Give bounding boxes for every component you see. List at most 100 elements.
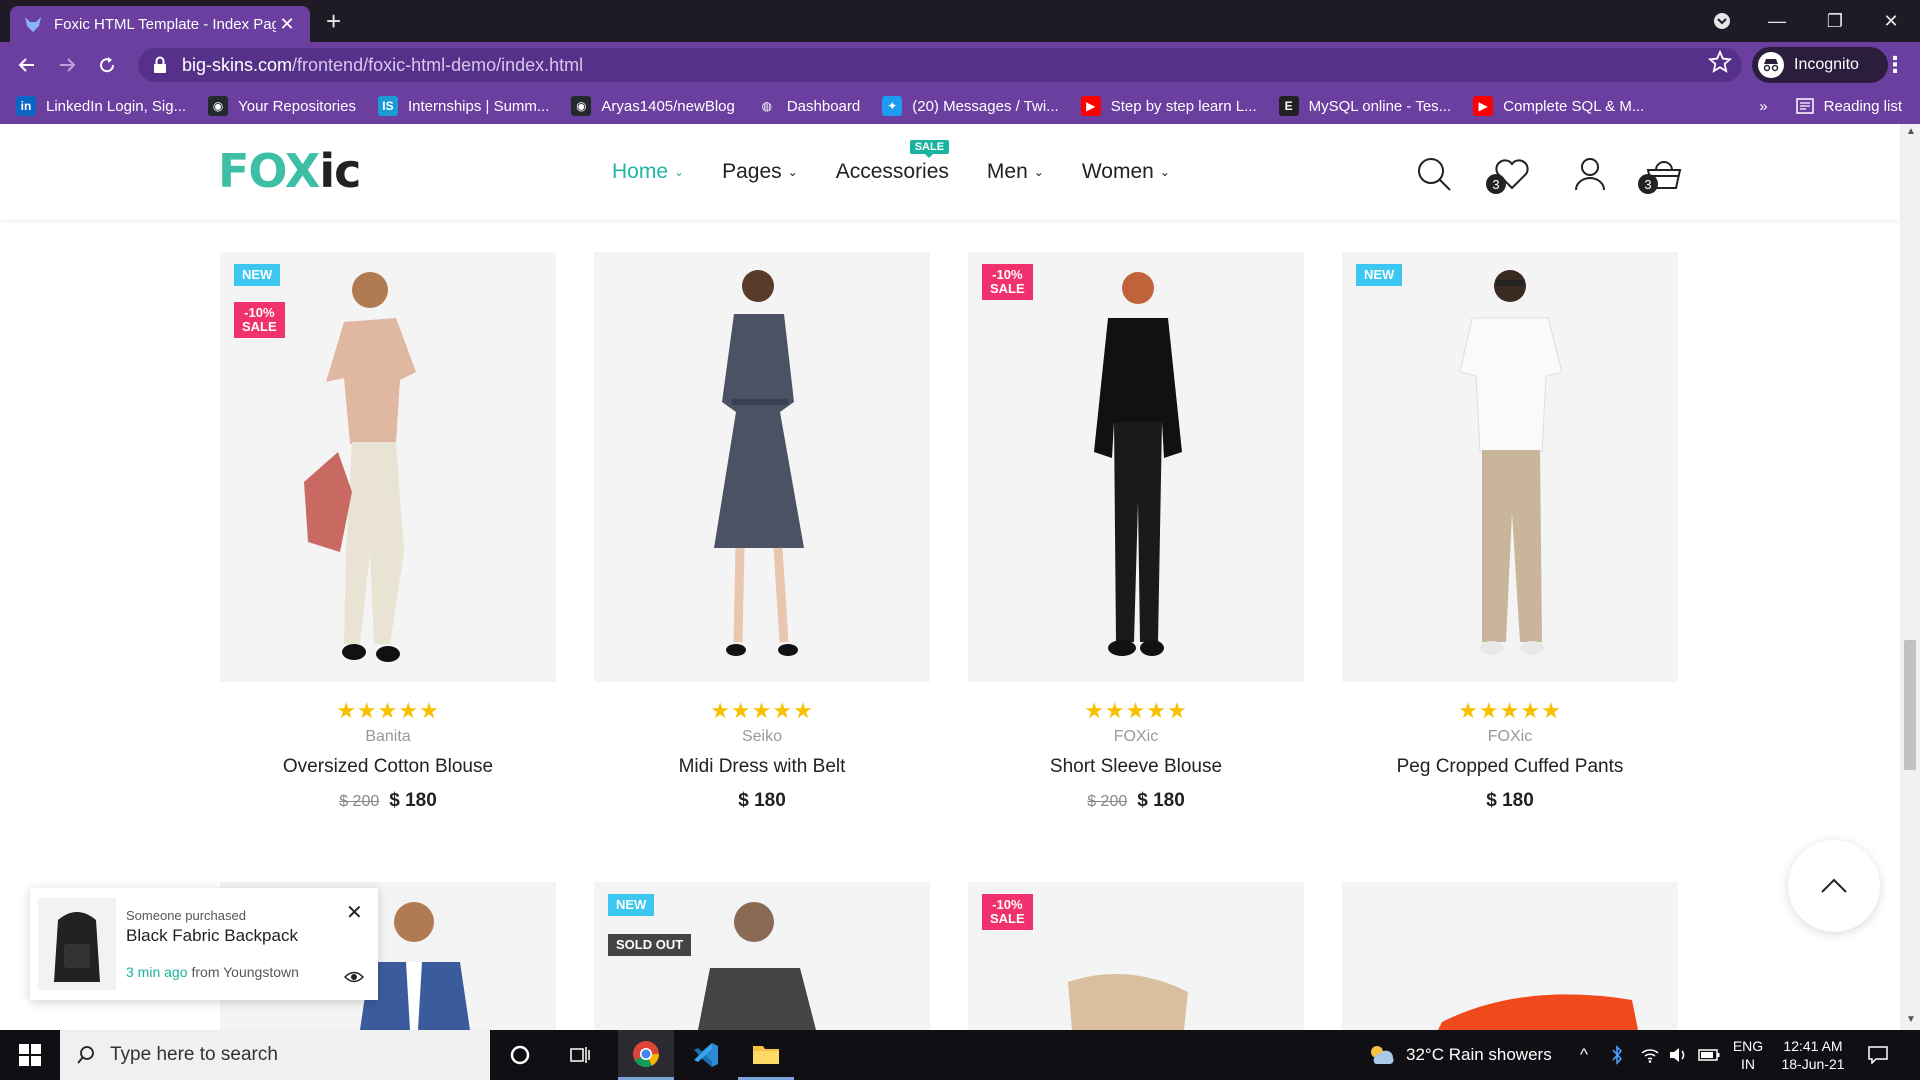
product-name[interactable]: Peg Cropped Cuffed Pants bbox=[1342, 756, 1678, 778]
close-window-icon[interactable]: ✕ bbox=[1866, 0, 1916, 42]
site-logo[interactable]: FOXic bbox=[218, 144, 361, 198]
product-name[interactable]: Oversized Cotton Blouse bbox=[220, 756, 556, 778]
old-price: $ 200 bbox=[1087, 793, 1128, 810]
product-brand[interactable]: FOXic bbox=[1342, 728, 1678, 746]
product-brand[interactable]: FOXic bbox=[968, 728, 1304, 746]
twitter-icon: ✦ bbox=[882, 96, 903, 116]
scrollbar-thumb[interactable] bbox=[1904, 640, 1916, 770]
bookmark-item[interactable]: ✦ (20) Messages / Twi... bbox=[882, 96, 1059, 116]
new-tab-button[interactable]: + bbox=[326, 8, 341, 34]
bookmark-item[interactable]: ◉ Aryas1405/newBlog bbox=[571, 96, 735, 116]
bookmark-item[interactable]: E MySQL online - Tes... bbox=[1278, 96, 1451, 116]
wifi-icon[interactable] bbox=[1640, 1030, 1660, 1080]
vscode-taskbar-icon[interactable] bbox=[678, 1030, 734, 1080]
url-domain: big-skins.com bbox=[182, 54, 293, 75]
account-icon[interactable] bbox=[1570, 154, 1610, 194]
backpack-image[interactable] bbox=[38, 898, 116, 990]
product-image[interactable]: NEW bbox=[1342, 252, 1678, 682]
address-bar[interactable]: big-skins.com/frontend/foxic-html-demo/i… bbox=[138, 48, 1742, 82]
product-image[interactable]: -10% SALE bbox=[968, 882, 1304, 1030]
volume-icon[interactable] bbox=[1668, 1030, 1688, 1080]
incognito-icon bbox=[1758, 52, 1784, 78]
notification-product[interactable]: Black Fabric Backpack bbox=[126, 926, 298, 946]
product-card[interactable]: NEW SOLD OUT bbox=[594, 882, 930, 1030]
product-image[interactable] bbox=[1342, 882, 1678, 1030]
menu-label: Women bbox=[1081, 160, 1154, 183]
restore-icon[interactable]: ❐ bbox=[1810, 0, 1860, 42]
product-card[interactable]: -10% SALE bbox=[968, 882, 1304, 1030]
chrome-taskbar-icon[interactable] bbox=[618, 1030, 674, 1080]
bookmark-star-icon[interactable] bbox=[1708, 50, 1732, 74]
product-card[interactable]: NEW ★★★★★ FOXic Peg Cropped Cuffed Pants… bbox=[1342, 252, 1678, 812]
sale-badge: -10% SALE bbox=[982, 894, 1033, 930]
page-scrollbar[interactable]: ▲ ▼ bbox=[1900, 124, 1920, 1030]
chevron-down-icon: ⌄ bbox=[1033, 165, 1044, 179]
close-icon[interactable]: ✕ bbox=[346, 900, 363, 925]
clock[interactable]: 12:41 AM 18-Jun-21 bbox=[1776, 1030, 1850, 1080]
product-image[interactable]: NEW SOLD OUT bbox=[594, 882, 930, 1030]
logo-ic-text: ic bbox=[319, 144, 361, 198]
product-bag-image bbox=[1438, 994, 1638, 1030]
reload-icon[interactable] bbox=[92, 50, 122, 80]
wishlist-button[interactable]: 3 bbox=[1486, 154, 1532, 194]
back-to-top-button[interactable] bbox=[1788, 840, 1880, 932]
more-bookmarks-icon[interactable]: » bbox=[1759, 98, 1767, 115]
product-card[interactable] bbox=[1342, 882, 1678, 1030]
cart-button[interactable]: 3 bbox=[1638, 154, 1684, 194]
eye-icon[interactable] bbox=[344, 970, 364, 984]
reading-list-button[interactable]: » Reading list bbox=[1759, 88, 1902, 124]
browser-menu-icon[interactable]: ⋮ bbox=[1884, 52, 1906, 78]
bookmark-item[interactable]: ▶ Complete SQL & M... bbox=[1473, 96, 1644, 116]
product-card[interactable]: NEW -10% SALE ★★★★★ Banita Oversized Cot… bbox=[220, 252, 556, 812]
minimize-icon[interactable]: — bbox=[1752, 0, 1802, 42]
main-menu: Home ⌄ Pages ⌄ Accessories SALE Men ⌄ Women… bbox=[612, 140, 1208, 184]
product-brand[interactable]: Banita bbox=[220, 728, 556, 746]
product-name[interactable]: Midi Dress with Belt bbox=[594, 756, 930, 778]
product-image[interactable] bbox=[594, 252, 930, 682]
product-image[interactable]: -10% SALE bbox=[968, 252, 1304, 682]
file-explorer-icon[interactable] bbox=[738, 1030, 794, 1080]
task-view-icon[interactable] bbox=[552, 1030, 608, 1080]
taskbar-search-input[interactable]: Type here to search bbox=[60, 1030, 490, 1080]
battery-icon[interactable] bbox=[1698, 1030, 1720, 1080]
incognito-profile-button[interactable]: Incognito bbox=[1752, 47, 1888, 83]
search-icon bbox=[77, 1046, 94, 1064]
bookmark-item[interactable]: in LinkedIn Login, Sig... bbox=[16, 96, 186, 116]
tab-search-icon[interactable] bbox=[1704, 0, 1740, 42]
product-price-row: $ 200 $ 180 bbox=[968, 790, 1304, 812]
bookmark-item[interactable]: ◍ Dashboard bbox=[756, 96, 860, 116]
search-icon[interactable] bbox=[1414, 154, 1454, 194]
scroll-down-icon[interactable]: ▼ bbox=[1906, 1014, 1916, 1025]
bookmark-label: Internships | Summ... bbox=[407, 97, 550, 115]
product-card[interactable]: ★★★★★ Seiko Midi Dress with Belt $ 180 bbox=[594, 252, 930, 812]
tab-close-icon[interactable]: ✕ bbox=[276, 14, 298, 35]
language-indicator[interactable]: ENG IN bbox=[1730, 1030, 1766, 1080]
bookmark-item[interactable]: IS Internships | Summ... bbox=[377, 96, 550, 116]
menu-item-accessories[interactable]: Accessories SALE bbox=[836, 140, 950, 184]
product-brand[interactable]: Seiko bbox=[594, 728, 930, 746]
back-icon[interactable] bbox=[12, 50, 42, 80]
browser-tab[interactable]: Foxic HTML Template - Index Pag ✕ bbox=[10, 6, 310, 42]
windows-start-icon[interactable] bbox=[0, 1030, 60, 1080]
bookmark-item[interactable]: ◉ Your Repositories bbox=[208, 96, 356, 116]
cortana-icon[interactable] bbox=[492, 1030, 548, 1080]
old-price: $ 200 bbox=[339, 793, 380, 810]
scroll-up-icon[interactable]: ▲ bbox=[1906, 126, 1916, 137]
product-image[interactable]: NEW -10% SALE bbox=[220, 252, 556, 682]
forward-icon[interactable] bbox=[52, 50, 82, 80]
weather-widget[interactable]: 32°C Rain showers bbox=[1368, 1030, 1552, 1080]
language-code: ENG bbox=[1732, 1038, 1764, 1054]
menu-item-home[interactable]: Home ⌄ bbox=[612, 160, 684, 184]
bookmark-item[interactable]: ▶ Step by step learn L... bbox=[1080, 96, 1257, 116]
logo-fox-text: FOX bbox=[218, 144, 320, 198]
bluetooth-icon[interactable] bbox=[1610, 1030, 1624, 1080]
show-hidden-icons-icon[interactable]: ^ bbox=[1580, 1030, 1588, 1080]
menu-item-men[interactable]: Men ⌄ bbox=[987, 160, 1044, 184]
menu-item-women[interactable]: Women ⌄ bbox=[1082, 160, 1170, 184]
notifications-icon[interactable] bbox=[1868, 1030, 1888, 1080]
rating-stars: ★★★★★ bbox=[1458, 698, 1562, 723]
product-name[interactable]: Short Sleeve Blouse bbox=[968, 756, 1304, 778]
sale-badge: -10% SALE bbox=[234, 302, 285, 338]
menu-item-pages[interactable]: Pages ⌄ bbox=[722, 160, 798, 184]
product-card[interactable]: -10% SALE ★★★★★ FOXic Short Sleeve Blous… bbox=[968, 252, 1304, 812]
